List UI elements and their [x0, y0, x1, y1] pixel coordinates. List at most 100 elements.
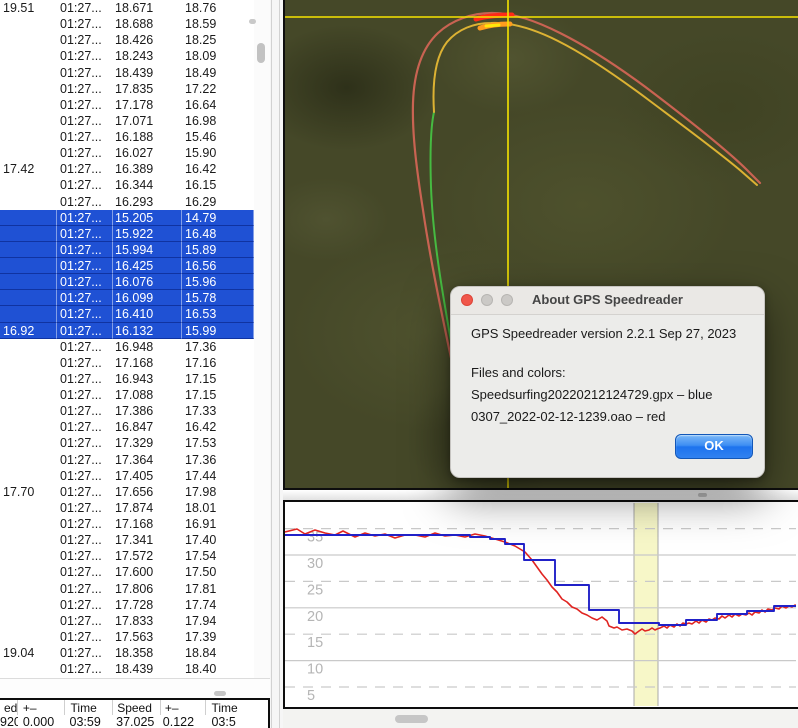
- table-row[interactable]: 01:27...17.87418.01: [0, 500, 254, 516]
- table-row[interactable]: 01:27...17.57217.54: [0, 548, 254, 564]
- table-row[interactable]: 01:27...18.43918.49: [0, 65, 254, 81]
- table-row[interactable]: 01:27...17.80617.81: [0, 581, 254, 597]
- table-cell: 15.994: [113, 242, 182, 258]
- map-chart-splitter[interactable]: [283, 490, 798, 500]
- table-cell: 17.168: [113, 355, 182, 371]
- table-row[interactable]: 01:27...16.84716.42: [0, 419, 254, 435]
- table-row[interactable]: 01:27...15.99415.89: [0, 242, 254, 258]
- speed-chart[interactable]: 5101520253035: [285, 502, 796, 707]
- table-cell: 15.96: [182, 274, 254, 290]
- table-cell: 01:27...: [57, 194, 113, 210]
- table-row[interactable]: 01:27...16.02715.90: [0, 145, 254, 161]
- table-cell: 16.91: [182, 516, 254, 532]
- table-row[interactable]: 01:27...16.29316.29: [0, 194, 254, 210]
- table-cell: [0, 129, 57, 145]
- table-cell: 16.64: [182, 97, 254, 113]
- ok-button[interactable]: OK: [675, 434, 753, 459]
- summary-scrollbar-thumb[interactable]: [249, 19, 256, 24]
- table-row[interactable]: 01:27...17.56317.39: [0, 629, 254, 645]
- table-row[interactable]: 01:27...17.17816.64: [0, 97, 254, 113]
- summary-header-cell: +–: [161, 700, 207, 715]
- table-row[interactable]: 01:27...18.24318.09: [0, 48, 254, 64]
- table-vertical-scrollbar[interactable]: [254, 0, 270, 678]
- table-cell: 17.40: [182, 532, 254, 548]
- table-cell: [0, 48, 57, 64]
- table-row[interactable]: 01:27...18.68818.59: [0, 16, 254, 32]
- table-cell: 01:27...: [57, 500, 113, 516]
- table-cell: 01:27...: [57, 306, 113, 322]
- table-row[interactable]: 01:27...17.16816.91: [0, 516, 254, 532]
- table-row[interactable]: 01:27...16.94317.15: [0, 371, 254, 387]
- table-cell: 01:27...: [57, 435, 113, 451]
- table-cell: 01:27...: [57, 210, 113, 226]
- table-row[interactable]: 01:27...16.18815.46: [0, 129, 254, 145]
- table-row[interactable]: 01:27...17.07116.98: [0, 113, 254, 129]
- summary-table-header: ed+–TimeSpeed+–Time: [0, 700, 268, 715]
- table-row[interactable]: 01:27...18.43918.40: [0, 661, 254, 677]
- table-cell: [0, 516, 57, 532]
- summary-table-row[interactable]: 9200.00003:5937.0250.12203:5: [0, 715, 268, 728]
- table-row[interactable]: 01:27...17.60017.50: [0, 564, 254, 580]
- table-row[interactable]: 01:27...17.72817.74: [0, 597, 254, 613]
- table-row[interactable]: 01:27...15.20514.79: [0, 210, 254, 226]
- table-row[interactable]: 01:27...16.41016.53: [0, 306, 254, 322]
- table-cell: 18.426: [113, 32, 182, 48]
- speed-chart-panel[interactable]: 5101520253035: [283, 500, 798, 709]
- table-row[interactable]: 01:27...17.38617.33: [0, 403, 254, 419]
- table-cell: 17.572: [113, 548, 182, 564]
- speed-table-body[interactable]: 19.5101:27...18.67118.7601:27...18.68818…: [0, 0, 254, 678]
- table-row[interactable]: 01:27...17.83317.94: [0, 613, 254, 629]
- table-row[interactable]: 01:27...17.34117.40: [0, 532, 254, 548]
- summary-value-cell: 920: [0, 715, 18, 728]
- table-cell: 18.671: [113, 0, 182, 16]
- table-row[interactable]: 01:27...17.40517.44: [0, 468, 254, 484]
- table-cell: 01:27...: [57, 403, 113, 419]
- summary-value-cell: 03:5: [206, 715, 268, 728]
- table-cell: 01:27...: [57, 97, 113, 113]
- table-cell: 01:27...: [57, 32, 113, 48]
- chart-horizontal-scrollbar-thumb[interactable]: [395, 715, 428, 723]
- table-cell: 18.01: [182, 500, 254, 516]
- table-row[interactable]: 01:27...17.16817.16: [0, 355, 254, 371]
- table-cell: 17.806: [113, 581, 182, 597]
- table-row[interactable]: 01:27...17.08817.15: [0, 387, 254, 403]
- y-tick-label: 10: [307, 662, 323, 678]
- table-row[interactable]: 16.9201:27...16.13215.99: [0, 323, 254, 339]
- table-cell: 15.78: [182, 290, 254, 306]
- table-cell: 17.088: [113, 387, 182, 403]
- table-cell: 01:27...: [57, 661, 113, 677]
- table-row[interactable]: 01:27...16.42516.56: [0, 258, 254, 274]
- table-row[interactable]: 19.0401:27...18.35818.84: [0, 645, 254, 661]
- table-row[interactable]: 01:27...16.34416.15: [0, 177, 254, 193]
- table-row[interactable]: 01:27...17.83517.22: [0, 81, 254, 97]
- table-vertical-scrollbar-thumb[interactable]: [257, 43, 265, 63]
- table-row[interactable]: 01:27...16.07615.96: [0, 274, 254, 290]
- table-cell: [0, 548, 57, 564]
- table-row[interactable]: 17.7001:27...17.65617.98: [0, 484, 254, 500]
- dialog-titlebar[interactable]: About GPS Speedreader: [451, 287, 764, 315]
- table-row[interactable]: 19.5101:27...18.67118.76: [0, 0, 254, 16]
- table-row[interactable]: 01:27...15.92216.48: [0, 226, 254, 242]
- table-row[interactable]: 01:27...16.94817.36: [0, 339, 254, 355]
- summary-value-cell: 37.025: [113, 715, 161, 728]
- table-horizontal-scrollbar[interactable]: [0, 679, 270, 698]
- chart-horizontal-scrollbar[interactable]: [283, 709, 798, 728]
- table-cell: [0, 564, 57, 580]
- table-cell: 16.948: [113, 339, 182, 355]
- splitter-handle[interactable]: [698, 493, 707, 497]
- table-cell: 16.29: [182, 194, 254, 210]
- y-tick-label: 30: [307, 556, 323, 572]
- table-row[interactable]: 01:27...16.09915.78: [0, 290, 254, 306]
- table-cell: 18.358: [113, 645, 182, 661]
- table-horizontal-scrollbar-thumb[interactable]: [214, 691, 226, 696]
- table-row[interactable]: 01:27...17.36417.36: [0, 452, 254, 468]
- table-cell: 17.98: [182, 484, 254, 500]
- table-cell: 17.15: [182, 387, 254, 403]
- table-cell: [0, 661, 57, 677]
- table-cell: [0, 32, 57, 48]
- table-cell: 17.178: [113, 97, 182, 113]
- table-row[interactable]: 17.4201:27...16.38916.42: [0, 161, 254, 177]
- table-row[interactable]: 01:27...17.32917.53: [0, 435, 254, 451]
- table-row[interactable]: 01:27...18.42618.25: [0, 32, 254, 48]
- table-cell: 01:27...: [57, 516, 113, 532]
